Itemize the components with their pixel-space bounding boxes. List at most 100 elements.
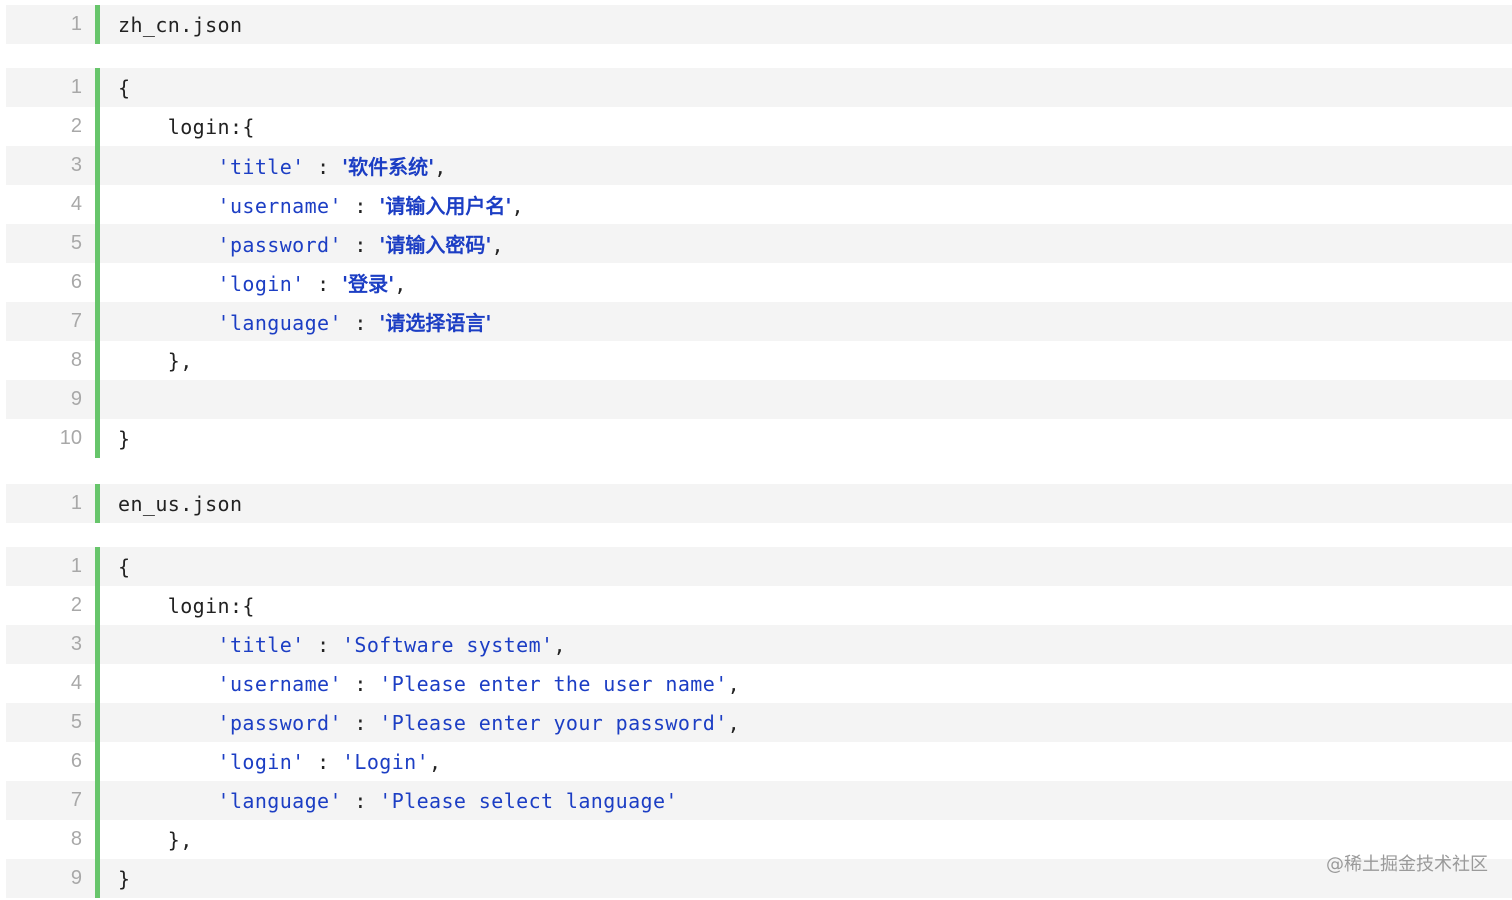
line-number: 2 [70,594,82,616]
code-line: 8 }, [6,341,1512,380]
line-number: 2 [70,115,82,137]
code-text: { [100,76,130,100]
line-number: 1 [70,76,82,98]
json-key: 'login' [217,749,305,774]
code-line: 1 en_us.json [6,484,1512,523]
code-text: 'username' : 'Please enter the user name… [100,672,740,696]
line-number: 3 [70,633,82,655]
line-number: 8 [70,828,82,850]
json-separator: : [304,749,342,774]
json-separator: : [304,632,342,657]
json-punct: , [491,233,504,257]
code-line: 9} [6,859,1512,898]
watermark-text: @稀土掘金技术社区 [1326,854,1488,875]
line-number: 1 [70,492,82,514]
code-plain: }, [167,827,193,852]
json-separator: : [341,194,380,218]
line-number: 7 [70,310,82,332]
code-plain: { [118,554,131,579]
line-number: 9 [70,867,82,889]
json-punct: , [727,671,741,696]
json-punct: , [511,194,524,218]
line-number: 6 [70,271,82,293]
gutter-bar [95,380,100,419]
json-key: 'title' [217,632,305,657]
json-value: 'Login' [341,749,430,774]
json-separator: : [341,233,380,257]
code-line: 1 zh_cn.json [6,5,1512,44]
code-line: 4 'username' : '请输入用户名', [6,185,1512,224]
json-key: 'login' [217,272,305,296]
code-text: 'language' : 'Please select language' [100,789,678,813]
line-number: 5 [70,711,82,733]
json-value: '请输入用户名' [379,194,512,218]
code-plain: }, [167,348,193,373]
line-number: 4 [70,193,82,215]
code-line: 7 'language' : 'Please select language' [6,781,1512,820]
code-plain: { [118,75,131,100]
code-line: 5 'password' : 'Please enter your passwo… [6,703,1512,742]
json-separator: : [341,788,380,813]
code-text: 'password' : '请输入密码', [100,229,504,258]
json-separator: : [341,710,380,735]
line-number: 9 [70,388,82,410]
en-code-block: 1 {2 login:{ 3 'title' : 'Software system'… [6,547,1512,898]
code-text: { [100,555,130,579]
json-key: 'language' [217,311,342,335]
code-text: 'language' : '请选择语言' [100,307,492,336]
line-number: 10 [59,427,82,449]
json-separator: : [304,155,342,179]
line-number: 5 [70,232,82,254]
json-punct: , [553,632,566,657]
json-separator: : [304,272,342,296]
filename-text: zh_cn.json [118,12,243,37]
code-text: 'login' : 'Login', [100,750,442,774]
code-line: 8 }, [6,820,1512,859]
code-line: 10} [6,419,1512,458]
line-number: 7 [70,789,82,811]
code-line: 3 'title' : '软件系统', [6,146,1512,185]
zh-code-block: 1{2 login:{3 'title' : '软件系统', 4 'usernam… [6,68,1512,458]
code-text: 'password' : 'Please enter your password… [100,711,740,735]
code-line: 6 'login' : '登录', [6,263,1512,302]
en-filename-block: 1 en_us.json [6,484,1512,523]
zh-filename-block: 1 zh_cn.json [6,5,1512,44]
code-text: 'username' : '请输入用户名', [100,190,524,219]
code-plain: } [118,426,131,451]
json-punct: , [394,272,407,296]
json-key: 'username' [217,194,342,218]
code-text: 'title' : 'Software system', [100,633,566,657]
line-number: 1 [70,555,82,577]
code-plain: login:{ [167,593,255,618]
json-value: '软件系统' [341,155,435,179]
json-key: 'password' [217,710,342,735]
code-line: 5 'password' : '请输入密码', [6,224,1512,263]
code-line: 1{ [6,68,1512,107]
json-punct: , [434,155,447,179]
code-text: } [100,427,130,451]
json-value: '请选择语言' [379,311,492,335]
code-text: }, [100,349,193,373]
code-line: 9 [6,380,1512,419]
json-separator: : [341,671,380,696]
line-number: 3 [70,154,82,176]
json-value: 'Please enter the user name' [379,671,728,696]
code-text: }, [100,828,193,852]
json-key: 'username' [217,671,342,696]
code-plain: } [118,866,131,891]
code-line: 7 'language' : '请选择语言' [6,302,1512,341]
json-key: 'language' [217,788,342,813]
line-number: 4 [70,672,82,694]
code-text: 'login' : '登录', [100,268,407,297]
